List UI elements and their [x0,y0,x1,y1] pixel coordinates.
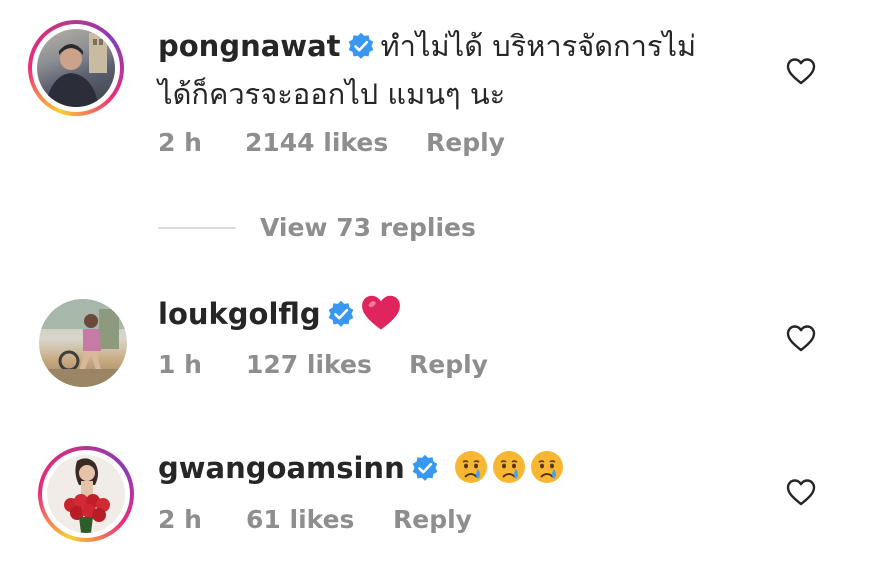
timestamp: 2 h [158,128,202,157]
likes-count[interactable]: 61 likes [246,505,354,534]
reply-button[interactable]: Reply [426,128,505,157]
avatar-image [64,458,110,533]
comment-text: gwangoamsinn [158,444,568,492]
username[interactable]: loukgolflg [158,297,321,331]
red-heart-emoji-icon [361,295,400,330]
avatar-image [39,299,127,387]
like-heart-icon[interactable] [786,478,816,506]
avatar-story-ring[interactable] [38,446,134,542]
verified-badge-icon [328,300,353,327]
comment-text: pongnawat ทำไม่ได้ บริหารจัดการไม่ ได้ก็… [158,22,696,118]
like-heart-icon[interactable] [786,57,816,85]
comment-body-line1: ทำไม่ได้ บริหารจัดการไม่ [380,29,697,63]
verified-badge-icon [412,454,438,481]
verified-badge-icon [348,32,373,59]
avatar-story-ring[interactable] [36,296,132,392]
avatar [37,29,115,107]
crying-face-emoji-group [445,451,568,485]
likes-count[interactable]: 127 likes [246,350,372,379]
username[interactable]: pongnawat [158,29,341,63]
crying-face-emoji-icon [530,451,563,483]
crying-face-emoji-icon [454,451,487,483]
username[interactable]: gwangoamsinn [158,451,405,485]
likes-count[interactable]: 2144 likes [245,128,388,157]
reply-button[interactable]: Reply [393,505,472,534]
divider [158,227,236,229]
avatar-story-ring[interactable] [28,20,124,116]
avatar-image [45,33,107,107]
timestamp: 1 h [158,350,202,379]
timestamp: 2 h [158,505,202,534]
comment-text: loukgolflg [158,290,405,338]
comment-body-line2: ได้ก็ควรจะออกไป แมนๆ นะ [158,77,506,111]
avatar [39,299,127,387]
avatar [47,455,125,533]
like-heart-icon[interactable] [786,324,816,352]
reply-button[interactable]: Reply [409,350,488,379]
crying-face-emoji-icon [492,451,525,483]
view-replies-label: View 73 replies [260,213,476,242]
